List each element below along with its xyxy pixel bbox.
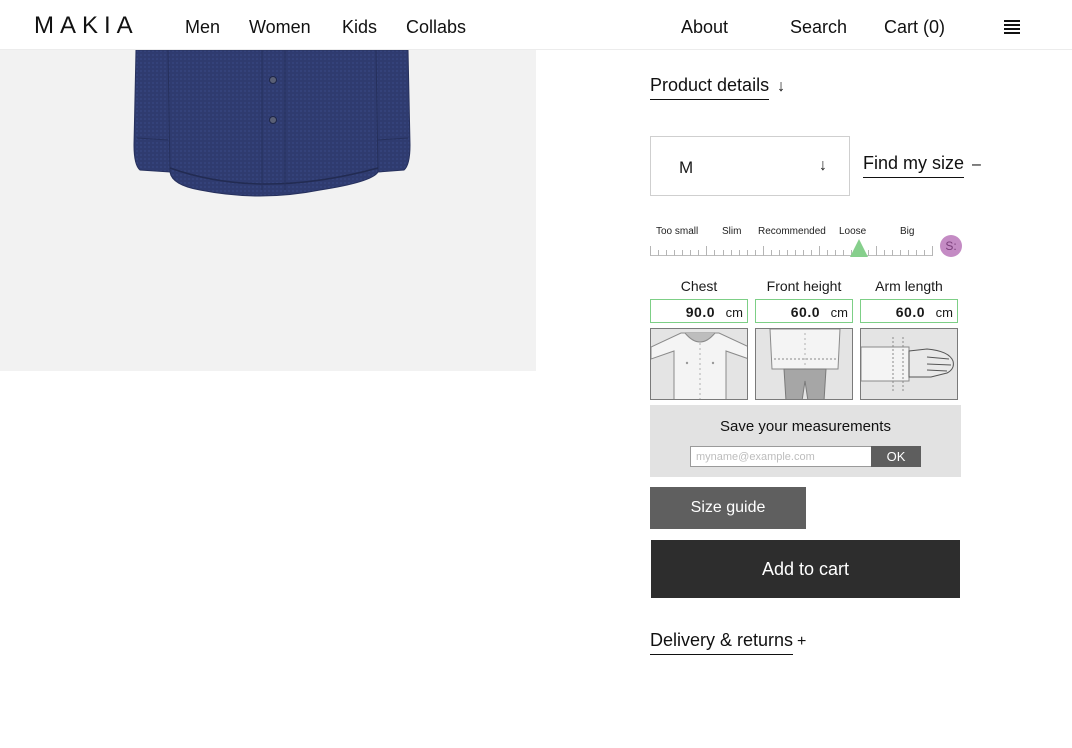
size-select[interactable]: M ↓	[650, 136, 850, 196]
fit-scale-tick	[771, 250, 772, 256]
fit-label-big: Big	[900, 226, 915, 237]
fit-scale-tick	[811, 250, 812, 256]
nav-men[interactable]: Men	[185, 17, 220, 38]
delivery-returns-toggle[interactable]: Delivery & returns +	[650, 630, 806, 655]
nav-kids[interactable]: Kids	[342, 17, 377, 38]
nav-cart[interactable]: Cart (0)	[884, 17, 945, 38]
fit-scale-tick	[690, 250, 691, 256]
fit-label-too-small: Too small	[656, 226, 699, 237]
save-measurements-box: Save your measurements OK	[650, 405, 961, 477]
fit-scale-tick	[755, 250, 756, 256]
nav-women[interactable]: Women	[249, 17, 311, 38]
fit-scale-tick	[723, 250, 724, 256]
nav-search[interactable]: Search	[790, 17, 847, 38]
site-header: MAKIA Men Women Kids Collabs About Searc…	[0, 0, 1072, 50]
front-height-input[interactable]: 60.0 cm	[755, 299, 853, 323]
fit-scale-tick	[747, 250, 748, 256]
fit-scale-tick	[876, 246, 877, 256]
fit-scale-tick	[739, 250, 740, 256]
fit-scale-tick	[698, 250, 699, 256]
chest-value: 90.0	[685, 304, 715, 320]
fit-scale-tick	[795, 250, 796, 256]
fit-scale-tick	[908, 250, 909, 256]
fit-scale-tick	[932, 246, 933, 256]
fit-scale-tick	[650, 246, 651, 256]
arm-length-input[interactable]: 60.0 cm	[860, 299, 958, 323]
email-field[interactable]	[690, 446, 872, 467]
fit-scale-tick	[843, 250, 844, 256]
fit-scale-tick	[779, 250, 780, 256]
fit-scale-tick	[658, 250, 659, 256]
product-details-label: Product details	[650, 75, 770, 100]
fit-scale-tick	[827, 250, 828, 256]
fit-scale: Too small Slim Recommended Loose Big S:	[650, 222, 966, 262]
chest-label: Chest	[680, 278, 718, 294]
front-height-value: 60.0	[790, 304, 820, 320]
front-height-illustration	[755, 328, 853, 400]
find-my-size-label: Find my size	[863, 153, 965, 178]
plus-icon: +	[797, 633, 807, 650]
nav-about[interactable]: About	[681, 17, 728, 38]
chest-unit: cm	[725, 305, 743, 320]
fit-scale-tick	[924, 250, 925, 256]
save-measurements-title: Save your measurements	[720, 418, 891, 435]
arm-length-label: Arm length	[875, 278, 943, 294]
save-ok-button[interactable]: OK	[871, 446, 921, 467]
fit-label-slim: Slim	[722, 226, 742, 237]
fit-scale-tick	[884, 250, 885, 256]
shirt-image	[133, 50, 411, 197]
hamburger-menu-icon[interactable]	[1004, 20, 1020, 34]
arrow-down-icon: ↓	[777, 78, 786, 95]
fit-scale-tick	[916, 250, 917, 256]
product-details-toggle[interactable]: Product details ↓	[650, 75, 785, 100]
front-height-label: Front height	[766, 278, 842, 294]
fit-scale-tick	[714, 250, 715, 256]
nav-collabs[interactable]: Collabs	[406, 17, 466, 38]
add-to-cart-button[interactable]: Add to cart	[651, 540, 960, 598]
chevron-down-icon: ↓	[819, 157, 827, 174]
chest-input[interactable]: 90.0 cm	[650, 299, 748, 323]
size-guide-button[interactable]: Size guide	[650, 487, 806, 529]
arm-length-value: 60.0	[895, 304, 925, 320]
fit-assistant-badge[interactable]: S:	[940, 235, 962, 257]
arm-length-illustration	[860, 328, 958, 400]
delivery-returns-label: Delivery & returns	[650, 630, 794, 655]
fit-label-recommended: Recommended	[758, 226, 826, 237]
fit-scale-tick	[892, 250, 893, 256]
fit-scale-tick	[803, 250, 804, 256]
fit-scale-line	[650, 255, 932, 256]
fit-scale-tick	[674, 250, 675, 256]
fit-label-loose: Loose	[839, 226, 867, 237]
fit-scale-tick	[731, 250, 732, 256]
fit-scale-tick	[666, 250, 667, 256]
fit-scale-tick	[868, 250, 869, 256]
size-selected-value: M	[679, 158, 694, 177]
brand-logo[interactable]: MAKIA	[34, 12, 139, 40]
fit-scale-tick	[763, 246, 764, 256]
fit-scale-tick	[819, 246, 820, 256]
find-my-size-toggle[interactable]: Find my size –	[863, 153, 981, 178]
chest-illustration	[650, 328, 748, 400]
fit-marker-triangle[interactable]	[850, 239, 868, 257]
arm-length-unit: cm	[935, 305, 953, 320]
product-image	[0, 50, 536, 371]
fit-scale-tick	[900, 250, 901, 256]
fit-scale-tick	[706, 246, 707, 256]
fit-scale-tick	[682, 250, 683, 256]
fit-scale-tick	[787, 250, 788, 256]
front-height-unit: cm	[830, 305, 848, 320]
minus-icon: –	[972, 156, 981, 173]
fit-scale-tick	[835, 250, 836, 256]
